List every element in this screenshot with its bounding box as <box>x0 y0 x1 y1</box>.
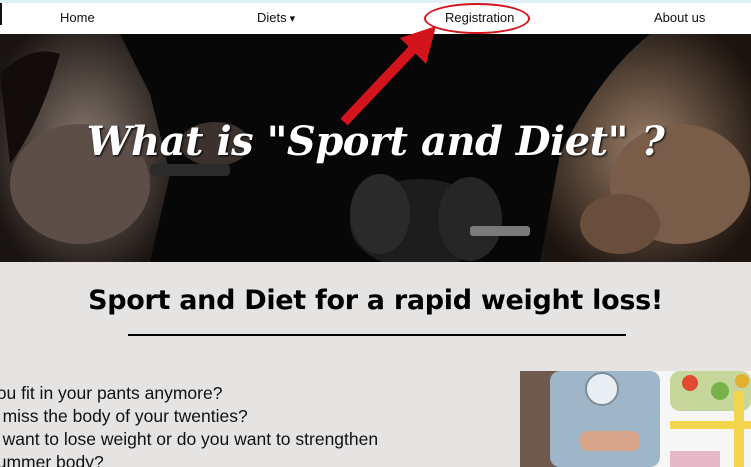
intro-line: u miss the body of your twenties? <box>0 406 248 426</box>
left-edge-mark <box>0 3 2 25</box>
diet-scale-photo <box>520 371 751 467</box>
intro-line: u want to lose weight or do you want to … <box>0 429 379 449</box>
section-headline: Sport and Diet for a rapid weight loss! <box>88 285 663 316</box>
nav-about-link[interactable]: About us <box>654 10 705 25</box>
registration-highlight-ellipse <box>424 3 530 34</box>
intro-line: summer body? <box>0 452 104 467</box>
intro-line: you fit in your pants anymore? <box>0 383 223 403</box>
nav-home-link[interactable]: Home <box>60 10 95 25</box>
nav-diets-label: Diets <box>257 10 287 25</box>
red-arrow-annotation <box>340 26 436 126</box>
chevron-down-icon: ▾ <box>289 13 296 25</box>
nav-diets-dropdown[interactable]: Diets ▾ <box>257 10 295 25</box>
headline-underline <box>128 334 626 336</box>
intro-questions: you fit in your pants anymore? u miss th… <box>0 382 378 467</box>
